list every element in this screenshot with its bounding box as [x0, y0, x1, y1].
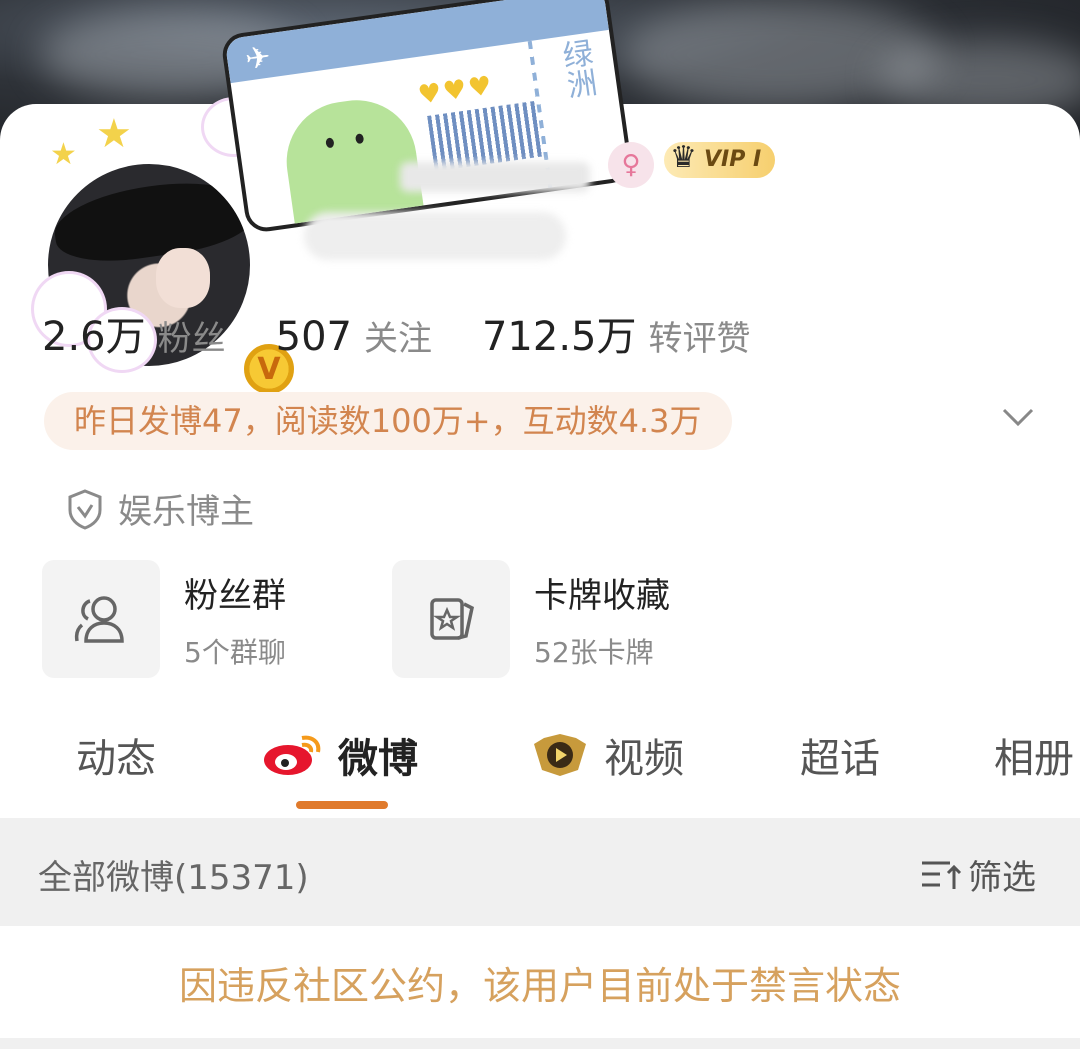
entry-title: 粉丝群 — [184, 575, 286, 616]
tab-super-topic[interactable]: 超话 — [800, 726, 880, 784]
sort-filter-icon — [922, 861, 962, 889]
stat-label: 转评赞 — [648, 319, 751, 359]
stat-label: 关注 — [363, 319, 432, 359]
tag-label: 娱乐博主 — [118, 492, 254, 532]
tab-label: 微博 — [338, 736, 418, 782]
active-tab-indicator — [296, 801, 388, 809]
ip-location-blurred — [304, 212, 566, 260]
tab-label: 动态 — [76, 736, 156, 782]
filter-label: 筛选 — [968, 858, 1036, 898]
entry-title: 卡牌收藏 — [534, 575, 670, 616]
stat-value: 507 — [275, 314, 352, 360]
muted-user-notice: 因违反社区公约，该用户目前处于禁言状态 — [0, 926, 1080, 1038]
vip-label: VIP I — [704, 147, 762, 172]
activity-summary[interactable]: 昨日发博47，阅读数100万+，互动数4.3万 — [44, 392, 732, 450]
entry-subtitle: 5个群聊 — [184, 635, 286, 669]
star-icon: ★ — [96, 111, 132, 157]
stat-value: 2.6万 — [42, 314, 146, 360]
stat-interactions[interactable]: 712.5万 转评赞 — [482, 304, 751, 362]
stat-value: 712.5万 — [481, 314, 637, 360]
chevron-down-icon[interactable] — [998, 396, 1038, 436]
stat-followers[interactable]: 2.6万 粉丝 — [42, 304, 226, 362]
entry-card-collection[interactable]: 卡牌收藏 52张卡牌 — [392, 560, 670, 678]
weibo-logo-icon — [264, 735, 321, 775]
shield-check-icon — [68, 488, 102, 530]
entry-subtitle: 52张卡牌 — [534, 635, 654, 669]
tab-album[interactable]: 相册 — [994, 726, 1074, 784]
weibo-filter-bar: 全部微博(15371) 筛选 — [0, 818, 1080, 926]
crown-icon: ♛ — [670, 140, 697, 175]
boarding-pass-sticker: ✈ ♥♥♥ 绿洲 — [219, 0, 635, 235]
hearts-icon: ♥♥♥ — [416, 70, 496, 111]
tab-label: 视频 — [604, 736, 684, 782]
tab-video[interactable]: 视频 — [530, 726, 684, 784]
all-weibo-count[interactable]: 全部微博(15371) — [38, 850, 309, 899]
airplane-icon: ✈ — [243, 39, 273, 78]
barcode-icon — [427, 100, 544, 172]
tab-label: 相册 — [994, 736, 1074, 782]
profile-stats: 2.6万 粉丝 507 关注 712.5万 转评赞 — [42, 304, 801, 362]
entry-fan-group[interactable]: 粉丝群 5个群聊 — [42, 560, 286, 678]
filter-button[interactable]: 筛选 — [920, 850, 1036, 899]
video-badge-icon — [534, 734, 586, 776]
tab-label: 超话 — [800, 736, 880, 782]
creator-tag[interactable]: 娱乐博主 — [66, 484, 254, 533]
stat-following[interactable]: 507 关注 — [276, 311, 432, 360]
group-icon — [74, 596, 124, 643]
female-icon: ♀ — [608, 142, 654, 188]
profile-tabs: 动态 微博 视频 超话 相册 — [0, 712, 1080, 812]
pass-text: 绿洲 — [554, 36, 599, 101]
tab-weibo[interactable]: 微博 — [262, 726, 418, 784]
username-blurred — [400, 162, 590, 192]
tab-dynamics[interactable]: 动态 — [76, 726, 156, 784]
divider — [0, 1038, 1080, 1049]
card-icon — [430, 598, 474, 640]
star-icon: ★ — [50, 137, 77, 172]
stat-label: 粉丝 — [157, 319, 226, 359]
vip-badge[interactable]: ♛ VIP I — [664, 140, 776, 178]
